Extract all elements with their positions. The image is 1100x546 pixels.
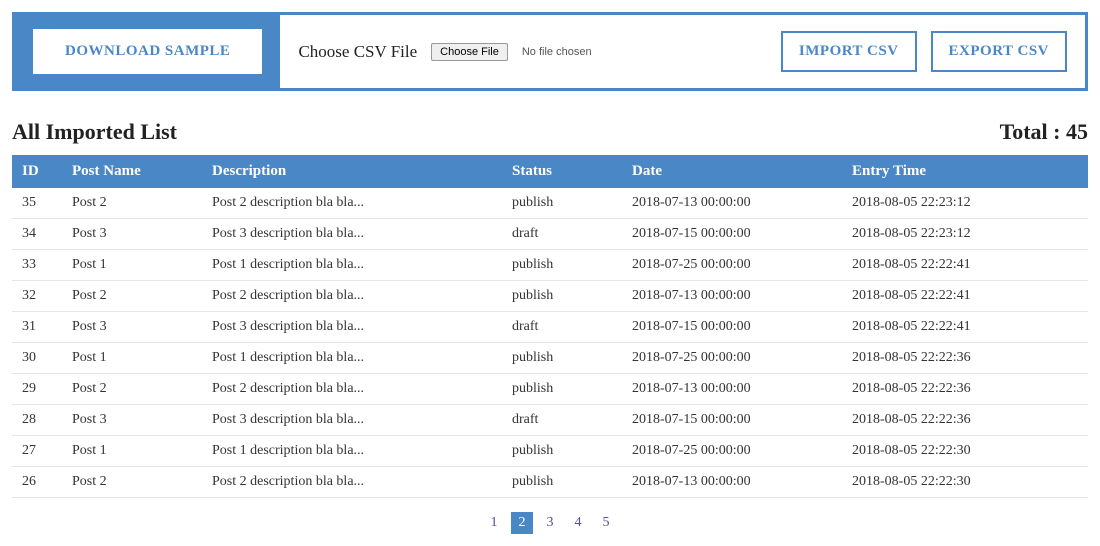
td-description: Post 2 description bla bla... — [202, 281, 502, 312]
table-row: 29Post 2Post 2 description bla bla...pub… — [12, 374, 1088, 405]
td-description: Post 3 description bla bla... — [202, 219, 502, 250]
no-file-chosen-text: No file chosen — [522, 46, 592, 58]
total-count: Total : 45 — [1000, 119, 1088, 145]
td-status: draft — [502, 405, 622, 436]
td-date: 2018-07-13 00:00:00 — [622, 281, 842, 312]
td-date: 2018-07-13 00:00:00 — [622, 188, 842, 219]
td-description: Post 1 description bla bla... — [202, 436, 502, 467]
td-entry-time: 2018-08-05 22:22:41 — [842, 312, 1088, 343]
td-post-name: Post 2 — [62, 374, 202, 405]
td-status: publish — [502, 343, 622, 374]
td-id: 28 — [12, 405, 62, 436]
table-row: 27Post 1Post 1 description bla bla...pub… — [12, 436, 1088, 467]
upload-area: Choose CSV File Choose File No file chos… — [280, 15, 762, 88]
th-description: Description — [202, 155, 502, 188]
td-date: 2018-07-13 00:00:00 — [622, 374, 842, 405]
td-entry-time: 2018-08-05 22:22:41 — [842, 281, 1088, 312]
td-entry-time: 2018-08-05 22:22:41 — [842, 250, 1088, 281]
total-label: Total : — [1000, 119, 1061, 144]
total-value: 45 — [1066, 119, 1088, 144]
td-description: Post 1 description bla bla... — [202, 343, 502, 374]
td-description: Post 2 description bla bla... — [202, 467, 502, 498]
table-row: 34Post 3Post 3 description bla bla...dra… — [12, 219, 1088, 250]
td-status: draft — [502, 312, 622, 343]
td-id: 31 — [12, 312, 62, 343]
td-id: 34 — [12, 219, 62, 250]
td-post-name: Post 3 — [62, 405, 202, 436]
choose-csv-label: Choose CSV File — [298, 42, 417, 62]
td-id: 35 — [12, 188, 62, 219]
export-csv-button[interactable]: EXPORT CSV — [931, 31, 1067, 72]
td-date: 2018-07-15 00:00:00 — [622, 405, 842, 436]
table-row: 32Post 2Post 2 description bla bla...pub… — [12, 281, 1088, 312]
imported-list-table: ID Post Name Description Status Date Ent… — [12, 155, 1088, 498]
td-date: 2018-07-15 00:00:00 — [622, 312, 842, 343]
td-id: 33 — [12, 250, 62, 281]
table-header-row: ID Post Name Description Status Date Ent… — [12, 155, 1088, 188]
td-id: 29 — [12, 374, 62, 405]
td-description: Post 2 description bla bla... — [202, 374, 502, 405]
page-link-5[interactable]: 5 — [595, 512, 617, 534]
td-post-name: Post 3 — [62, 219, 202, 250]
td-status: publish — [502, 188, 622, 219]
td-description: Post 1 description bla bla... — [202, 250, 502, 281]
td-post-name: Post 3 — [62, 312, 202, 343]
td-date: 2018-07-13 00:00:00 — [622, 467, 842, 498]
th-status: Status — [502, 155, 622, 188]
td-description: Post 3 description bla bla... — [202, 312, 502, 343]
list-title: All Imported List — [12, 119, 177, 145]
right-buttons: IMPORT CSV EXPORT CSV — [763, 15, 1085, 88]
th-entry-time: Entry Time — [842, 155, 1088, 188]
td-id: 30 — [12, 343, 62, 374]
pagination: 12345 — [12, 512, 1088, 534]
td-entry-time: 2018-08-05 22:22:36 — [842, 343, 1088, 374]
import-csv-button[interactable]: IMPORT CSV — [781, 31, 917, 72]
td-status: publish — [502, 436, 622, 467]
choose-file-button[interactable]: Choose File — [431, 43, 508, 61]
td-status: draft — [502, 219, 622, 250]
td-date: 2018-07-25 00:00:00 — [622, 436, 842, 467]
table-row: 35Post 2Post 2 description bla bla...pub… — [12, 188, 1088, 219]
top-bar: DOWNLOAD SAMPLE Choose CSV File Choose F… — [12, 12, 1088, 91]
td-entry-time: 2018-08-05 22:22:30 — [842, 436, 1088, 467]
page-link-3[interactable]: 3 — [539, 512, 561, 534]
table-row: 31Post 3Post 3 description bla bla...dra… — [12, 312, 1088, 343]
td-date: 2018-07-25 00:00:00 — [622, 343, 842, 374]
page-link-1[interactable]: 1 — [483, 512, 505, 534]
td-post-name: Post 2 — [62, 281, 202, 312]
td-id: 26 — [12, 467, 62, 498]
page-link-4[interactable]: 4 — [567, 512, 589, 534]
table-row: 28Post 3Post 3 description bla bla...dra… — [12, 405, 1088, 436]
th-id: ID — [12, 155, 62, 188]
td-status: publish — [502, 250, 622, 281]
td-date: 2018-07-15 00:00:00 — [622, 219, 842, 250]
download-sample-button[interactable]: DOWNLOAD SAMPLE — [33, 29, 262, 74]
td-id: 32 — [12, 281, 62, 312]
td-post-name: Post 1 — [62, 436, 202, 467]
page-link-2[interactable]: 2 — [511, 512, 533, 534]
table-row: 30Post 1Post 1 description bla bla...pub… — [12, 343, 1088, 374]
th-date: Date — [622, 155, 842, 188]
td-status: publish — [502, 374, 622, 405]
download-sample-container: DOWNLOAD SAMPLE — [15, 15, 280, 88]
td-date: 2018-07-25 00:00:00 — [622, 250, 842, 281]
td-id: 27 — [12, 436, 62, 467]
list-header-row: All Imported List Total : 45 — [12, 119, 1088, 145]
td-entry-time: 2018-08-05 22:23:12 — [842, 188, 1088, 219]
td-entry-time: 2018-08-05 22:22:30 — [842, 467, 1088, 498]
th-post-name: Post Name — [62, 155, 202, 188]
td-post-name: Post 1 — [62, 250, 202, 281]
td-status: publish — [502, 281, 622, 312]
td-entry-time: 2018-08-05 22:22:36 — [842, 374, 1088, 405]
table-row: 33Post 1Post 1 description bla bla...pub… — [12, 250, 1088, 281]
td-status: publish — [502, 467, 622, 498]
table-row: 26Post 2Post 2 description bla bla...pub… — [12, 467, 1088, 498]
td-entry-time: 2018-08-05 22:23:12 — [842, 219, 1088, 250]
td-description: Post 3 description bla bla... — [202, 405, 502, 436]
td-description: Post 2 description bla bla... — [202, 188, 502, 219]
td-entry-time: 2018-08-05 22:22:36 — [842, 405, 1088, 436]
td-post-name: Post 1 — [62, 343, 202, 374]
td-post-name: Post 2 — [62, 188, 202, 219]
td-post-name: Post 2 — [62, 467, 202, 498]
